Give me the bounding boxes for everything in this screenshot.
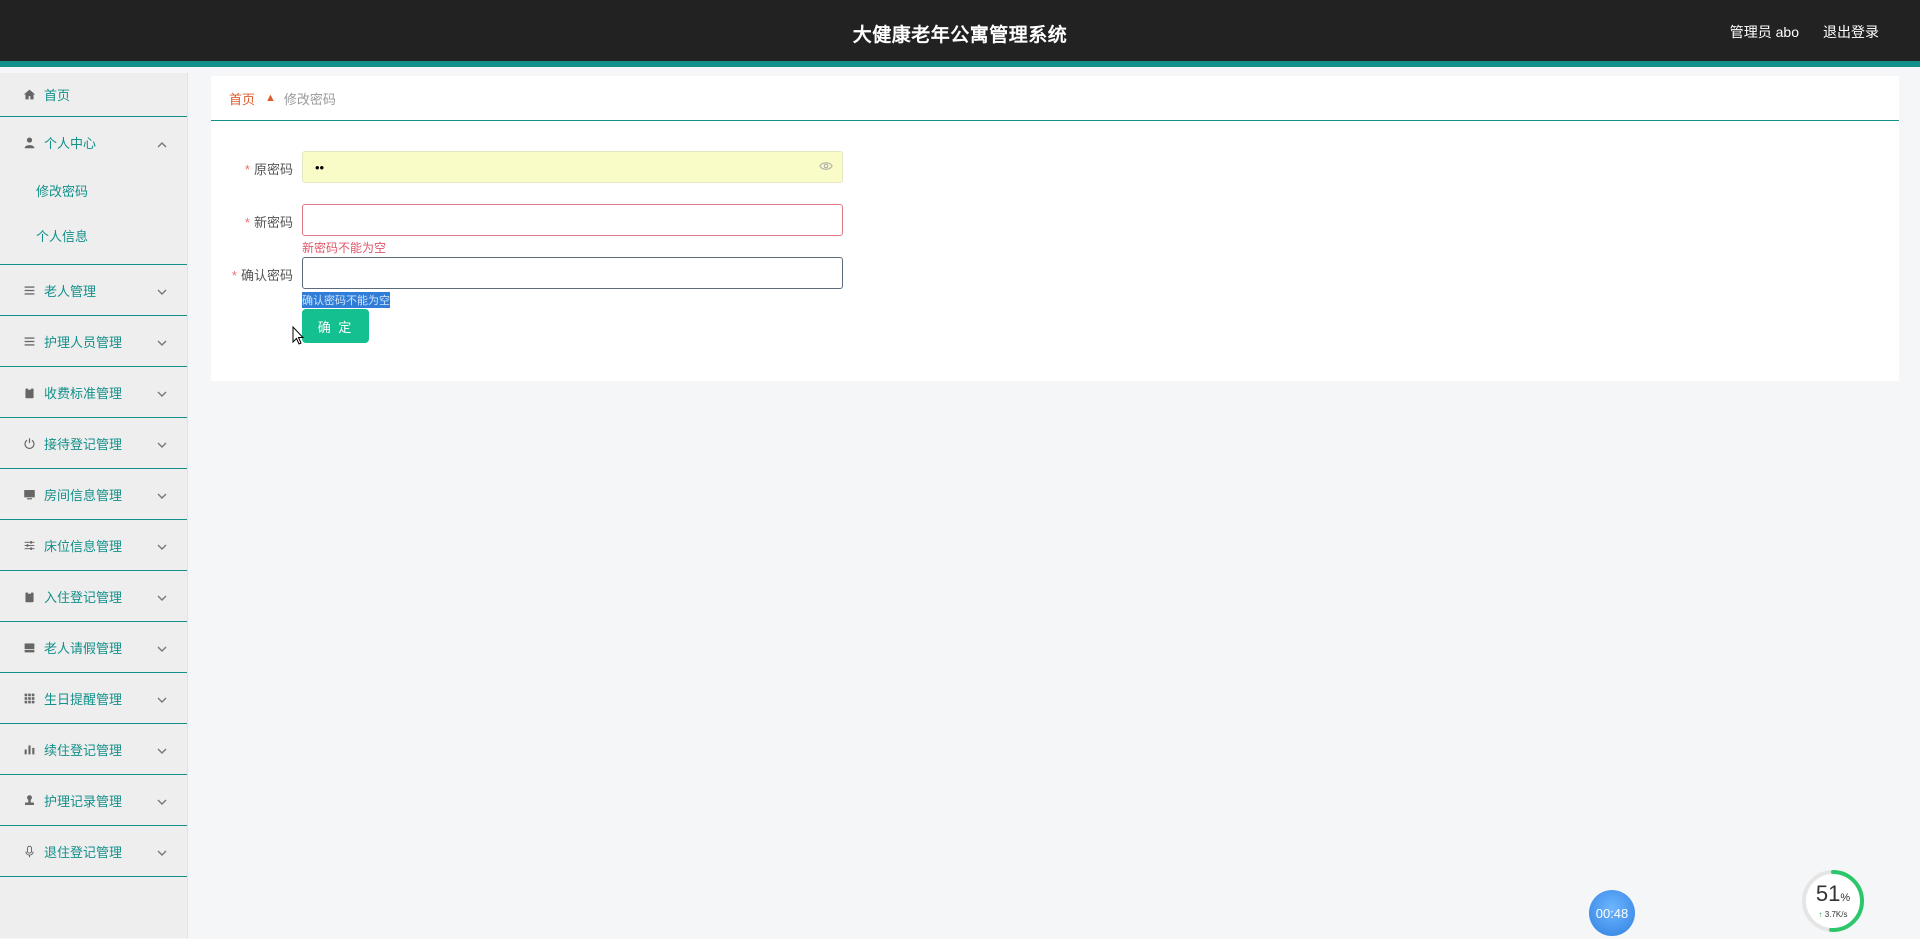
sidebar-item-label: 房间信息管理 — [44, 487, 123, 503]
sidebar-subitem-change-password[interactable]: 修改密码 — [0, 168, 187, 213]
arrow-up-icon: ↑ — [1818, 910, 1823, 919]
new-password-label: * 新密码 — [244, 215, 293, 230]
sidebar-item-7[interactable]: 入住登记管理 — [0, 571, 187, 622]
timer-widget[interactable]: 00:48 — [1589, 890, 1635, 936]
sidebar-item-6[interactable]: 床位信息管理 — [0, 520, 187, 571]
top-header: 大健康老年公寓管理系统 管理员 abo 退出登录 — [0, 0, 1920, 67]
chevron-down-icon — [157, 438, 167, 453]
chevron-down-icon — [157, 387, 167, 402]
sidebar-item-label: 老人管理 — [44, 283, 97, 299]
monitor-icon — [22, 487, 36, 501]
eye-icon[interactable] — [819, 159, 835, 175]
gauge-speed: ↑ 3.7K/s — [1818, 910, 1848, 919]
sidebar-item-10[interactable]: 续住登记管理 — [0, 724, 187, 775]
sidebar-menu-list: 老人管理护理人员管理 收费标准管理 接待登记管理 房间信息管理 床位信息管理 入住登记管理… — [0, 265, 187, 877]
gauge-percent: 51% — [1815, 881, 1851, 906]
bar-chart-icon — [22, 742, 36, 756]
breadcrumb-current: 修改密码 — [283, 91, 336, 107]
grid-icon — [22, 691, 36, 705]
confirm-password-error: 确认密码不能为空 — [302, 292, 390, 308]
sidebar: 首页 个人中心 修改密码 个人信息 老人管理护理人员管理 收费标准管理 接待登记管理… — [0, 73, 188, 938]
sliders-icon — [22, 538, 36, 552]
new-password-input[interactable] — [302, 204, 843, 236]
sidebar-item-1[interactable]: 老人管理 — [0, 265, 187, 316]
chevron-down-icon — [157, 285, 167, 300]
sidebar-item-4[interactable]: 接待登记管理 — [0, 418, 187, 469]
chevron-down-icon — [157, 336, 167, 351]
sidebar-item-5[interactable]: 房间信息管理 — [0, 469, 187, 520]
chevron-up-icon — [157, 138, 167, 153]
sidebar-item-label: 生日提醒管理 — [44, 691, 123, 707]
sidebar-item-label: 床位信息管理 — [44, 538, 123, 554]
confirm-password-input[interactable] — [302, 257, 843, 289]
old-password-input[interactable] — [302, 151, 843, 183]
sidebar-item-home[interactable]: 首页 — [0, 73, 187, 117]
confirm-password-label: * 确认密码 — [231, 268, 293, 283]
breadcrumb-home[interactable]: 首页 — [229, 89, 255, 108]
chevron-down-icon — [157, 795, 167, 810]
sidebar-subitem-personal-info[interactable]: 个人信息 — [0, 213, 187, 258]
clipboard-icon — [22, 589, 36, 603]
sidebar-item-label: 护理记录管理 — [44, 793, 123, 809]
sidebar-item-personal-center[interactable]: 个人中心 — [0, 117, 187, 168]
current-user: 管理员 abo — [1729, 24, 1799, 40]
sidebar-item-label: 入住登记管理 — [44, 589, 123, 605]
user-icon — [22, 136, 36, 150]
performance-gauge[interactable]: 51% ↑ 3.7K/s — [1800, 868, 1866, 934]
sidebar-item-label: 接待登记管理 — [44, 436, 123, 452]
sidebar-item-label: 护理人员管理 — [44, 334, 123, 350]
confirm-button[interactable]: 确 定 — [302, 309, 369, 343]
breadcrumb-separator-icon: ▲ — [265, 92, 276, 104]
sidebar-item-9[interactable]: 生日提醒管理 — [0, 673, 187, 724]
old-password-label: * 原密码 — [244, 162, 293, 177]
chevron-down-icon — [157, 744, 167, 759]
mouse-cursor-icon — [292, 325, 305, 346]
sidebar-item-label: 个人中心 — [44, 136, 97, 151]
chevron-down-icon — [157, 591, 167, 606]
sidebar-item-label: 老人请假管理 — [44, 640, 123, 656]
sidebar-item-label: 续住登记管理 — [44, 742, 123, 758]
sidebar-item-2[interactable]: 护理人员管理 — [0, 316, 187, 367]
list-icon — [22, 334, 36, 348]
app-title: 大健康老年公寓管理系统 — [852, 25, 1068, 46]
tray-icon — [22, 640, 36, 654]
sidebar-item-11[interactable]: 护理记录管理 — [0, 775, 187, 826]
power-icon — [22, 436, 36, 450]
chevron-down-icon — [157, 846, 167, 861]
chevron-down-icon — [157, 642, 167, 657]
sidebar-item-3[interactable]: 收费标准管理 — [0, 367, 187, 418]
sidebar-item-12[interactable]: 退住登记管理 — [0, 826, 187, 877]
personal-center-submenu: 修改密码 个人信息 — [0, 168, 187, 265]
new-password-error: 新密码不能为空 — [302, 241, 387, 255]
sidebar-item-label: 退住登记管理 — [44, 844, 123, 860]
chevron-down-icon — [157, 540, 167, 555]
clipboard-icon — [22, 385, 36, 399]
breadcrumb: 首页 ▲ 修改密码 — [211, 76, 1899, 121]
stamp-icon — [22, 793, 36, 807]
chevron-down-icon — [157, 693, 167, 708]
sidebar-item-label: 收费标准管理 — [44, 385, 123, 401]
sidebar-item-8[interactable]: 老人请假管理 — [0, 622, 187, 673]
main-content: 首页 ▲ 修改密码 *原密码 *新密码 新密码不能为空 *确认密码 确认密码不能… — [211, 76, 1899, 381]
home-icon — [22, 88, 36, 102]
logout-link[interactable]: 退出登录 — [1823, 22, 1879, 42]
chevron-down-icon — [157, 489, 167, 504]
sidebar-item-label: 首页 — [44, 88, 71, 103]
list-icon — [22, 283, 36, 297]
microphone-icon — [22, 844, 36, 858]
